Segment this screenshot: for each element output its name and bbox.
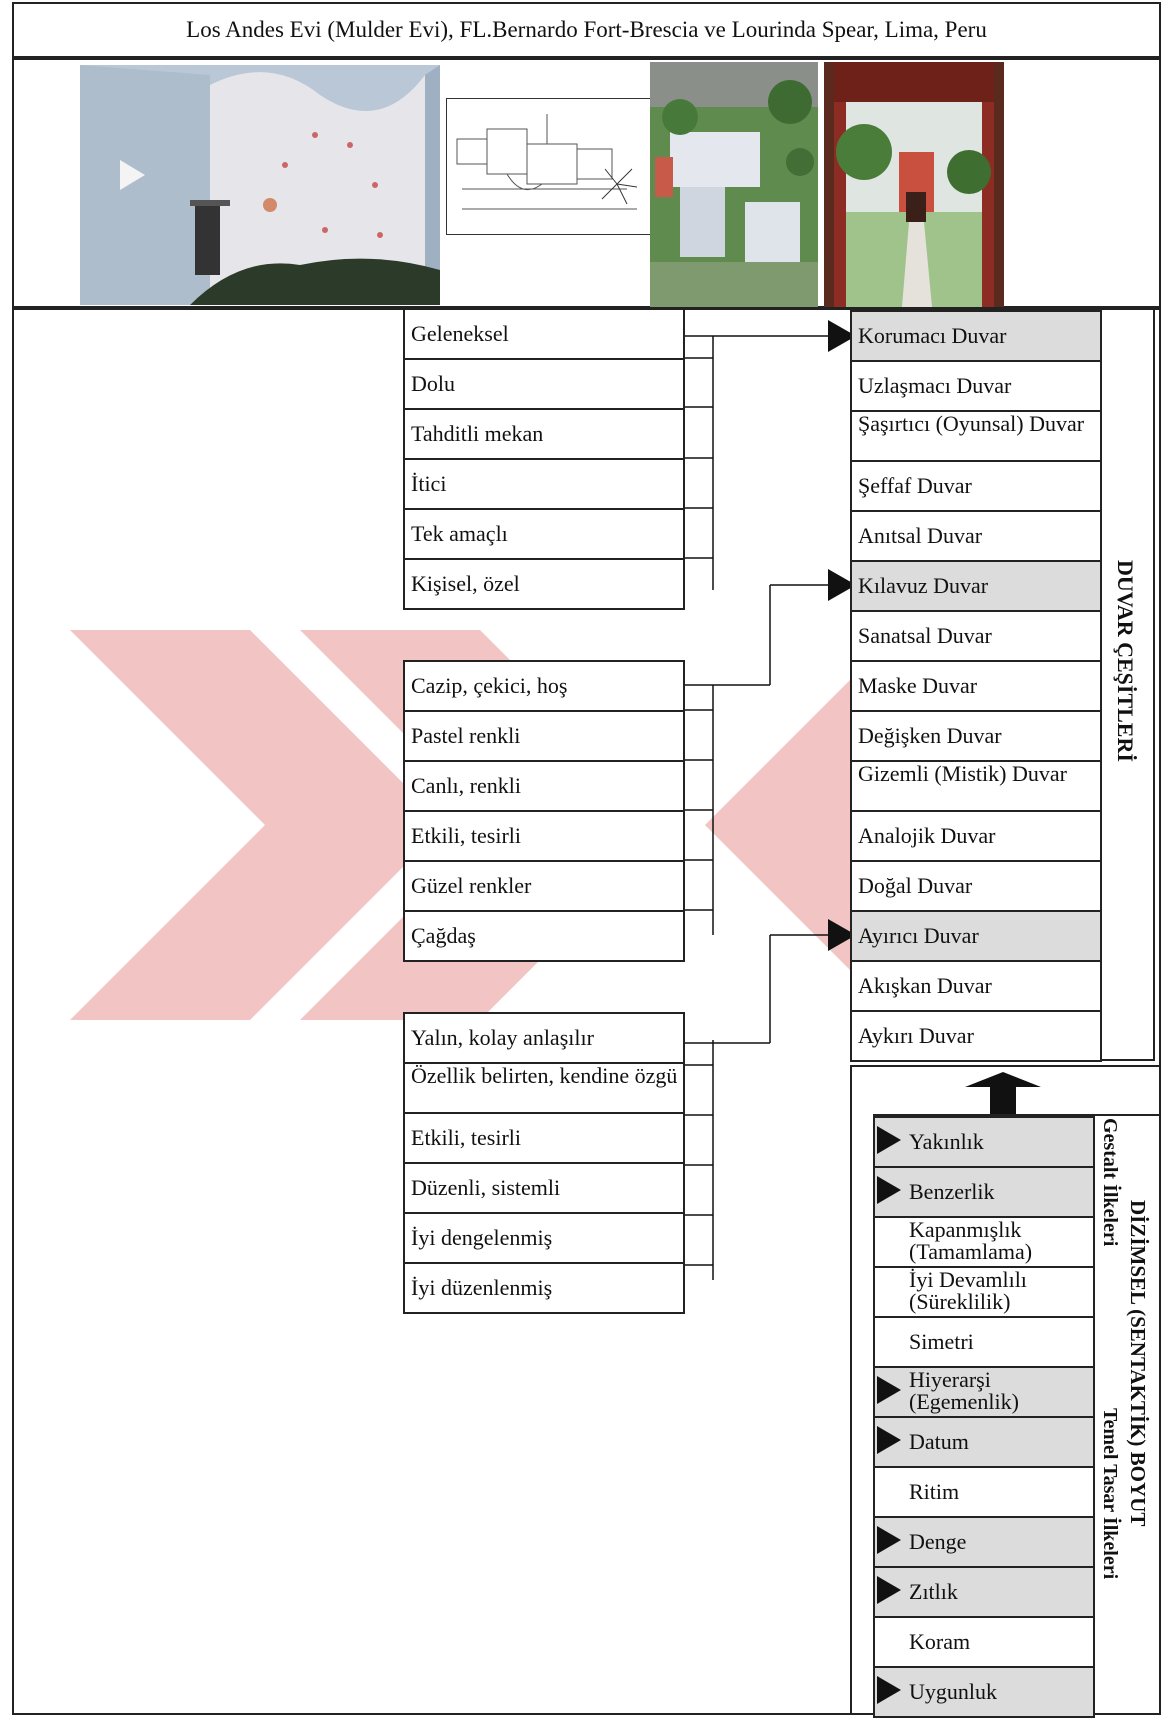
wall-type-item: Maske Duvar (850, 660, 1102, 712)
wall-type-item: Şaşırtıcı (Oyunsal) Duvar (850, 410, 1102, 462)
adjective-item: Etkili, tesirli (403, 1112, 685, 1164)
wall-type-item: Akışkan Duvar (850, 960, 1102, 1012)
adjective-item: Tahditli mekan (403, 408, 685, 460)
wall-type-item: Şeffaf Duvar (850, 460, 1102, 512)
marker-triangle (877, 1676, 901, 1704)
wall-type-item: Değişken Duvar (850, 710, 1102, 762)
adjective-item: Çağdaş (403, 910, 685, 962)
wall-types-heading: DUVAR ÇEŞİTLERİ (1113, 560, 1138, 762)
marker-triangle (877, 1376, 901, 1404)
syntactic-item: Hiyerarşi (Egemenlik) (873, 1366, 1095, 1418)
adjective-item: Güzel renkler (403, 860, 685, 912)
adjective-item: Kişisel, özel (403, 558, 685, 610)
adjective-item: Özellik belirten, kendine özgü (403, 1062, 685, 1114)
wall-type-item: Sanatsal Duvar (850, 610, 1102, 662)
adjective-item: Dolu (403, 358, 685, 410)
syntactic-item: Zıtlık (873, 1566, 1095, 1618)
syntactic-item: Ritim (873, 1466, 1095, 1518)
adjective-item: Pastel renkli (403, 710, 685, 762)
adjective-item: İyi düzenlenmiş (403, 1262, 685, 1314)
wall-type-item: Korumacı Duvar (850, 310, 1102, 362)
adjective-item: İtici (403, 458, 685, 510)
wall-type-item: Doğal Duvar (850, 860, 1102, 912)
adjective-item: İyi dengelenmiş (403, 1212, 685, 1264)
gestalt-label: Gestalt İlkeleri (1099, 1118, 1121, 1247)
syntactic-item: İyi Devamlılı (Süreklilik) (873, 1266, 1095, 1318)
adjective-item: Canlı, renkli (403, 760, 685, 812)
marker-triangle (877, 1576, 901, 1604)
syntactic-item: Benzerlik (873, 1166, 1095, 1218)
syntactic-heading: DİZİMSEL (SENTAKTİK) BOYUT (1126, 1200, 1150, 1527)
syntactic-item: Denge (873, 1516, 1095, 1568)
adjective-item: Düzenli, sistemli (403, 1162, 685, 1214)
syntactic-item: Kapanmışlık (Tamamlama) (873, 1216, 1095, 1268)
marker-triangle (877, 1526, 901, 1554)
marker-triangle (877, 1126, 901, 1154)
adjective-item: Etkili, tesirli (403, 810, 685, 862)
wall-type-item: Anıtsal Duvar (850, 510, 1102, 562)
wall-type-item: Uzlaşmacı Duvar (850, 360, 1102, 412)
adjective-item: Cazip, çekici, hoş (403, 660, 685, 712)
adjective-item: Yalın, kolay anlaşılır (403, 1012, 685, 1064)
wall-type-item: Gizemli (Mistik) Duvar (850, 760, 1102, 812)
wall-type-item: Aykırı Duvar (850, 1010, 1102, 1062)
marker-triangle (877, 1426, 901, 1454)
syntactic-item: Yakınlık (873, 1116, 1095, 1168)
marker-triangle (877, 1176, 901, 1204)
syntactic-item: Simetri (873, 1316, 1095, 1368)
adjective-item: Tek amaçlı (403, 508, 685, 560)
adjective-item: Geleneksel (403, 308, 685, 360)
wall-type-item: Analojik Duvar (850, 810, 1102, 862)
design-principles-label: Temel Tasar İlkeleri (1099, 1408, 1121, 1580)
wall-type-item: Kılavuz Duvar (850, 560, 1102, 612)
syntactic-item: Koram (873, 1616, 1095, 1668)
syntactic-item: Uygunluk (873, 1666, 1095, 1718)
wall-type-item: Ayırıcı Duvar (850, 910, 1102, 962)
syntactic-item: Datum (873, 1416, 1095, 1468)
